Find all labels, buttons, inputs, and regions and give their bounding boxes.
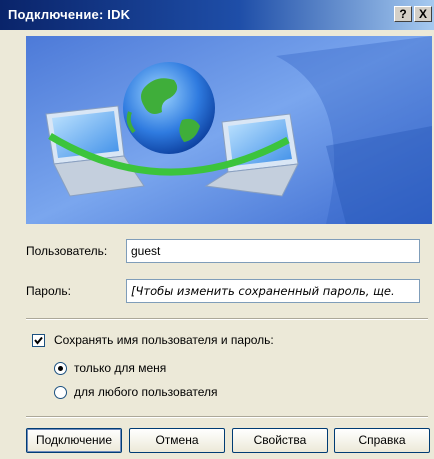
window-title: Подключение: IDK xyxy=(8,7,131,22)
save-credentials-label: Сохранять имя пользователя и пароль: xyxy=(54,333,274,347)
user-label: Пользователь: xyxy=(26,244,108,258)
close-title-button[interactable]: X xyxy=(414,6,432,22)
help-title-button[interactable]: ? xyxy=(394,6,412,22)
separator-top xyxy=(26,318,428,320)
connect-button[interactable]: Подключение xyxy=(26,428,122,453)
cancel-button[interactable]: Отмена xyxy=(129,428,225,453)
user-field[interactable]: guest xyxy=(126,239,420,263)
save-credentials-checkbox[interactable] xyxy=(32,334,45,347)
title-bar: Подключение: IDK ? X xyxy=(0,0,434,30)
checkmark-icon xyxy=(34,336,43,345)
help-button[interactable]: Справка xyxy=(334,428,430,453)
separator-bottom xyxy=(26,416,428,418)
radio-only-me-label: только для меня xyxy=(74,361,167,375)
radio-only-me[interactable] xyxy=(54,362,67,375)
password-field[interactable]: [Чтобы изменить сохраненный пароль, ще. xyxy=(126,279,420,303)
radio-anyone-label: для любого пользователя xyxy=(74,385,218,399)
password-label: Пароль: xyxy=(26,284,71,298)
globe-icon xyxy=(123,62,215,154)
radio-selected-dot xyxy=(58,366,63,371)
radio-anyone[interactable] xyxy=(54,386,67,399)
properties-button[interactable]: Свойства xyxy=(232,428,328,453)
connection-banner-image xyxy=(26,36,432,224)
